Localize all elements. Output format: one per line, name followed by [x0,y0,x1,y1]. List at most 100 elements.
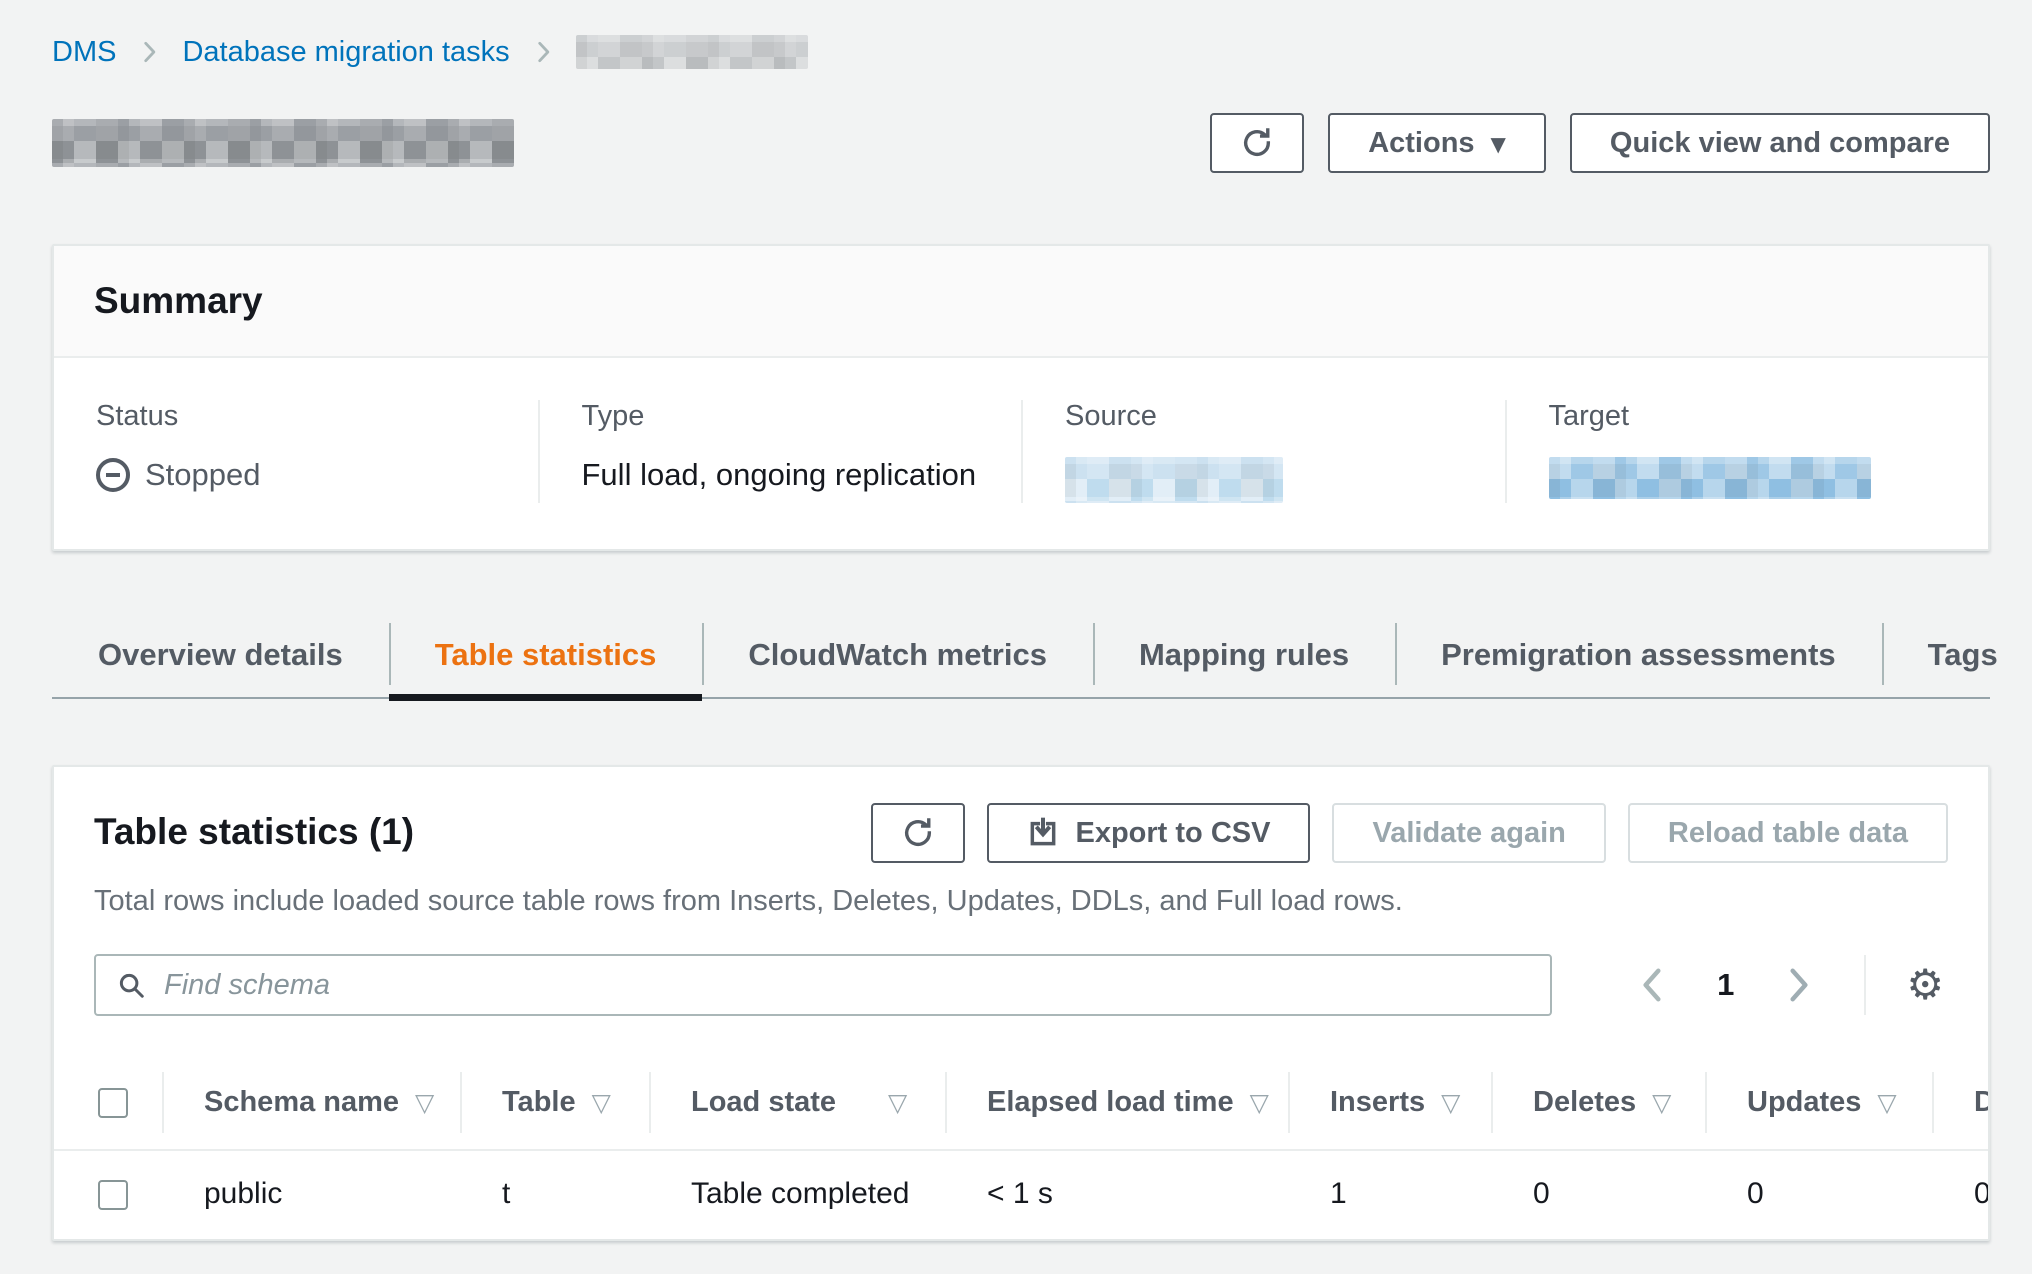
cell-ddls: 0 [1934,1150,1990,1239]
column-header-table[interactable]: Table ▽ [462,1056,651,1150]
target-label: Target [1549,400,1989,433]
summary-field-target: Target [1505,400,1989,503]
column-header-deletes[interactable]: Deletes ▽ [1493,1056,1707,1150]
preferences-button[interactable]: ⚙ [1902,960,1948,1010]
summary-body: Status Stopped Type Full load, ongoing r… [54,358,1988,549]
summary-header: Summary [54,246,1988,358]
quick-view-label: Quick view and compare [1610,127,1950,160]
chevron-right-icon [530,39,556,65]
status-label: Status [96,400,538,433]
type-label: Type [582,400,1022,433]
tab-label: Premigration assessments [1441,637,1836,672]
select-all-checkbox[interactable] [98,1088,128,1118]
search-icon [116,970,146,1000]
table-statistics-description: Total rows include loaded source table r… [54,885,1988,918]
gear-icon: ⚙ [1906,964,1944,1006]
sort-icon: ▽ [1652,1088,1671,1117]
cell-updates: 0 [1707,1150,1934,1239]
reload-table-data-label: Reload table data [1668,817,1908,850]
column-label: Load state [691,1086,836,1118]
type-value: Full load, ongoing replication [582,457,1022,493]
refresh-table-button[interactable] [871,803,965,863]
cell-table: t [462,1150,651,1239]
stopped-icon [96,458,130,492]
page: DMS Database migration tasks Actions ▼ Q… [0,0,2032,1274]
table-statistics-title: Table statistics (1) [94,803,414,853]
column-header-elapsed-load-time[interactable]: Elapsed load time ▽ [947,1056,1290,1150]
summary-field-type: Type Full load, ongoing replication [538,400,1022,503]
status-value: Stopped [96,457,538,493]
pagination: 1 ⚙ [1629,955,1948,1015]
tab-label: Tags [1928,637,1998,672]
sort-icon: ▽ [888,1088,907,1117]
reload-table-data-button[interactable]: Reload table data [1628,803,1948,863]
column-label: Deletes [1533,1086,1636,1118]
previous-page-button[interactable] [1629,958,1675,1012]
column-header-ddls[interactable]: D [1934,1056,1990,1150]
export-to-csv-label: Export to CSV [1075,817,1270,850]
summary-panel: Summary Status Stopped Type Full load, o… [52,244,1990,551]
refresh-icon [1240,126,1274,160]
schema-search-box [94,954,1552,1016]
tab-label: Mapping rules [1139,637,1349,672]
column-header-schema-name[interactable]: Schema name ▽ [164,1056,462,1150]
column-header-inserts[interactable]: Inserts▽ [1290,1056,1493,1150]
breadcrumb-link-dms[interactable]: DMS [52,36,116,69]
sort-icon: ▽ [1877,1088,1896,1117]
sort-icon: ▽ [592,1088,611,1117]
table-row: public t Table completed < 1 s 1 0 0 0 [54,1150,1990,1239]
column-label: Elapsed load time [987,1086,1234,1118]
validate-again-button[interactable]: Validate again [1332,803,1605,863]
row-checkbox[interactable] [98,1180,128,1210]
pagination-divider [1864,955,1866,1015]
tab-tags[interactable]: Tags [1882,621,2032,697]
find-schema-input[interactable] [164,956,1530,1014]
search-row: 1 ⚙ [94,954,1948,1016]
tab-label: CloudWatch metrics [748,637,1047,672]
redacted-page-title [52,119,514,167]
tab-premigration-assessments[interactable]: Premigration assessments [1395,621,1882,697]
table-statistics-header: Table statistics (1) Export to CSV [54,767,1988,863]
export-to-csv-button[interactable]: Export to CSV [987,803,1310,863]
tab-bar: Overview details Table statistics CloudW… [52,621,1990,699]
breadcrumb-redacted-task-name [576,35,808,69]
column-label: D [1974,1086,1990,1118]
column-header-updates[interactable]: Updates ▽ [1707,1056,1934,1150]
current-page-number: 1 [1717,967,1734,1003]
sort-icon: ▽ [415,1088,434,1117]
tab-table-statistics[interactable]: Table statistics [389,621,703,697]
tab-overview-details[interactable]: Overview details [52,621,389,697]
statistics-table: Schema name ▽ Table ▽ Load state ▽ Elapsed … [54,1056,1988,1239]
table-statistics-buttons: Export to CSV Validate again Reload tabl… [871,803,1948,863]
chevron-left-icon [1637,966,1667,1004]
column-label: Inserts [1330,1086,1425,1118]
redacted-target-endpoint [1549,457,1871,499]
column-label: Schema name [204,1086,399,1118]
next-page-button[interactable] [1776,958,1822,1012]
column-header-load-state[interactable]: Load state ▽ [651,1056,947,1150]
quick-view-compare-button[interactable]: Quick view and compare [1570,113,1990,173]
column-label: Updates [1747,1086,1861,1118]
caret-down-icon: ▼ [1491,134,1506,154]
refresh-button[interactable] [1210,113,1304,173]
table-header-row: Schema name ▽ Table ▽ Load state ▽ Elapsed … [54,1056,1990,1150]
header-actions: Actions ▼ Quick view and compare [1210,113,1990,173]
cell-elapsed-load-time: < 1 s [947,1150,1290,1239]
breadcrumb-link-tasks[interactable]: Database migration tasks [182,36,509,69]
source-label: Source [1065,400,1505,433]
cell-inserts: 1 [1290,1150,1493,1239]
cell-load-state: Table completed [651,1150,947,1239]
chevron-right-icon [136,39,162,65]
cell-deletes: 0 [1493,1150,1707,1239]
download-icon [1027,817,1059,849]
tab-cloudwatch-metrics[interactable]: CloudWatch metrics [702,621,1093,697]
sort-icon: ▽ [1250,1088,1269,1117]
summary-field-source: Source [1021,400,1505,503]
table-statistics-panel: Table statistics (1) Export to CSV [52,765,1990,1241]
column-label: Table [502,1086,576,1118]
tab-mapping-rules[interactable]: Mapping rules [1093,621,1395,697]
actions-button[interactable]: Actions ▼ [1328,113,1546,173]
validate-again-label: Validate again [1372,817,1565,850]
redacted-source-endpoint [1065,457,1283,503]
refresh-icon [901,816,935,850]
